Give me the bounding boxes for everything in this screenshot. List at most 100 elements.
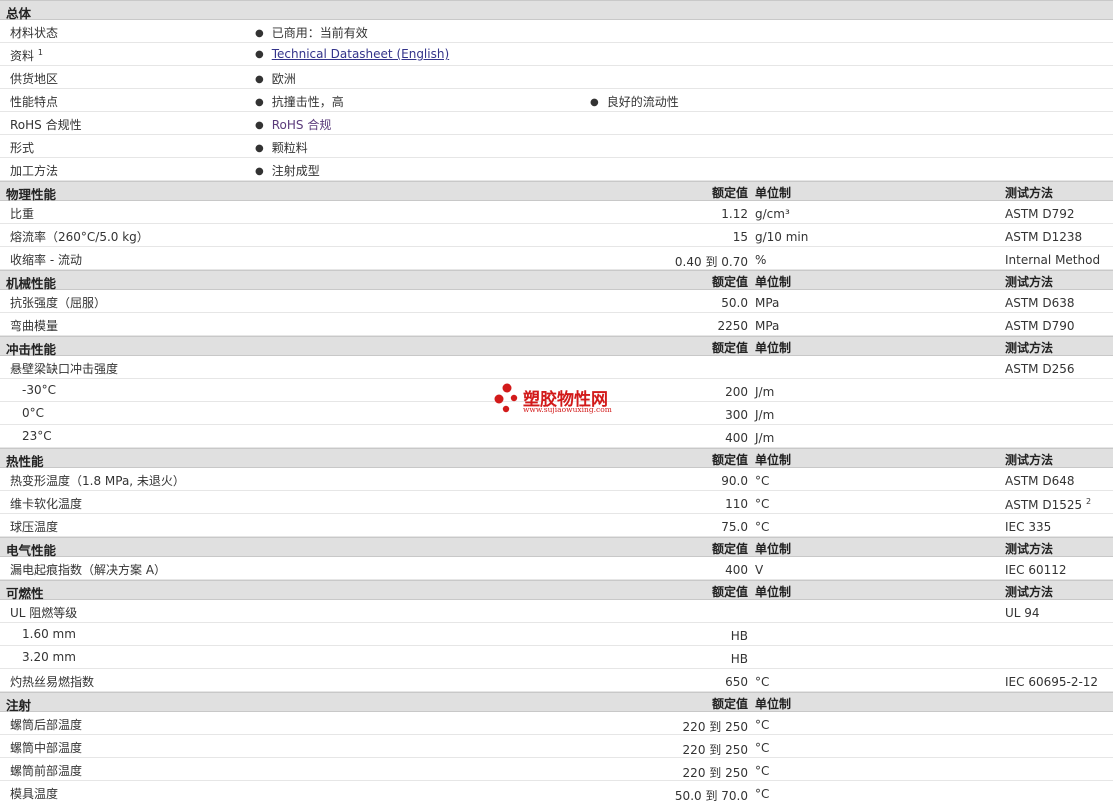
row-value: 75.0 [721,520,748,534]
row-value: 220 到 250 [682,766,748,780]
table-row: 灼热丝易燃指数 650 °C IEC 60695-2-12 [0,669,1113,692]
table-row: 弯曲模量 2250 MPa ASTM D790 [0,313,1113,336]
table-row: 抗张强度（屈服） 50.0 MPa ASTM D638 [0,290,1113,313]
table-row: 螺筒中部温度 220 到 250 °C [0,735,1113,758]
rohs-value-link[interactable]: RoHS 合规 [272,118,332,132]
col-header-value: 额定值 [711,453,748,467]
row-label: 抗张强度（屈服） [10,296,107,310]
bullet-item: ● 抗撞击性，高 [255,95,344,109]
table-row: 热变形温度（1.8 MPa, 未退火） 90.0 °C ASTM D648 [0,468,1113,491]
row-label: 螺筒前部温度 [10,764,83,778]
col-header-value: 额定值 [711,697,748,711]
row-method: ASTM D638 [1005,296,1075,310]
row-label: 23°C [22,429,52,443]
row-value: 220 到 250 [682,720,748,734]
watermark-logo: 塑胶物性网 www.sujiaowuxing.com [492,382,632,418]
row-value: 220 到 250 [682,743,748,757]
bullet-icon: ● [255,143,264,154]
table-row: 材料状态 ● 已商用：当前有效 [0,20,1113,43]
row-unit: J/m [755,385,775,399]
row-value: 650 [725,675,748,689]
table-row: 1.60 mm HB [0,623,1113,646]
row-label: 熔流率（260°C/5.0 kg） [10,230,149,244]
row-unit: °C [755,474,770,488]
datasheet: 总体 材料状态 ● 已商用：当前有效 资料 1 ● Technical Datash… [0,0,1113,803]
row-unit: °C [755,520,770,534]
table-row: 熔流率（260°C/5.0 kg） 15 g/10 min ASTM D1238 [0,224,1113,247]
row-unit: V [755,563,764,577]
col-header-method: 测试方法 [1005,275,1054,289]
bullet-icon: ● [255,49,264,60]
row-value: 50.0 [721,296,748,310]
row-label: 3.20 mm [22,650,76,664]
table-row: 球压温度 75.0 °C IEC 335 [0,514,1113,537]
col-header-unit: 单位制 [755,186,792,200]
ul-rating-label-link[interactable]: UL 阻燃等级 [10,604,77,621]
table-row: 资料 1 ● Technical Datasheet (English) [0,43,1113,66]
datasheet-link[interactable]: Technical Datasheet (English) [272,47,449,61]
col-header-value: 额定值 [711,585,748,599]
table-row: 23°C 400 J/m [0,425,1113,448]
row-value: HB [730,652,748,666]
row-label: 球压温度 [10,520,59,534]
bullet-icon: ● [590,97,599,108]
section-header-physical: 物理性能 额定值 单位制 测试方法 [0,181,1113,202]
bullet-item: ● 注射成型 [255,164,320,178]
section-header-mechanical: 机械性能 额定值 单位制 测试方法 [0,270,1113,291]
bullet-icon: ● [255,28,264,39]
row-unit: g/10 min [755,230,809,244]
bullet-item: ● Technical Datasheet (English) [255,47,449,61]
row-label: 螺筒中部温度 [10,741,83,755]
table-row: 供货地区 ● 欧洲 [0,66,1113,89]
table-row: 加工方法 ● 注射成型 [0,158,1113,181]
row-label: 加工方法 [10,164,59,178]
row-label: 热变形温度（1.8 MPa, 未退火） [10,474,185,488]
row-label: 弯曲模量 [10,319,59,333]
col-header-value: 额定值 [711,341,748,355]
row-unit: °C [755,741,770,755]
table-row: 模具温度 50.0 到 70.0 °C [0,781,1113,803]
table-row: 漏电起痕指数（解决方案 A） 400 V IEC 60112 [0,557,1113,580]
section-header-thermal: 热性能 额定值 单位制 测试方法 [0,448,1113,469]
row-method: IEC 335 [1005,520,1052,534]
table-row: 3.20 mm HB [0,646,1113,669]
rohs-label-link[interactable]: RoHS 合规性 [10,116,82,133]
col-header-value: 额定值 [711,186,748,200]
bullet-icon: ● [255,120,264,131]
row-label: 螺筒后部温度 [10,718,83,732]
row-value: 2250 [717,319,748,333]
table-row: RoHS 合规性 ● RoHS 合规 [0,112,1113,135]
dots-logo-icon [494,383,518,413]
row-unit: °C [755,764,770,778]
row-value: 0.40 到 0.70 [674,255,748,269]
row-value: 1.12 [721,207,748,221]
row-value: 110 [725,497,748,511]
bullet-item: ● RoHS 合规 [255,116,331,133]
row-label: 比重 [10,207,35,221]
row-unit: g/cm³ [755,207,790,221]
col-header-unit: 单位制 [755,697,792,711]
row-unit: °C [755,787,770,801]
row-label: 供货地区 [10,72,59,86]
section-header-general: 总体 [0,0,1113,21]
row-unit: °C [755,675,770,689]
table-row: 悬壁梁缺口冲击强度 ASTM D256 [0,356,1113,379]
row-method: ASTM D792 [1005,207,1075,221]
row-label: 悬壁梁缺口冲击强度 [10,362,119,376]
bullet-item: ● 已商用：当前有效 [255,26,368,40]
row-method: ASTM D648 [1005,474,1075,488]
row-label: 模具温度 [10,787,59,801]
row-method: IEC 60112 [1005,563,1067,577]
row-unit: MPa [755,296,780,310]
col-header-unit: 单位制 [755,542,792,556]
table-row: 螺筒后部温度 220 到 250 °C [0,712,1113,735]
bullet-item: ● 颗粒料 [255,141,308,155]
section-header-impact: 冲击性能 额定值 单位制 测试方法 [0,336,1113,357]
bullet-item: ● 良好的流动性 [590,95,679,109]
row-label: 维卡软化温度 [10,497,83,511]
table-row: 收缩率 - 流动 0.40 到 0.70 % Internal Method [0,247,1113,270]
row-label: 漏电起痕指数（解决方案 A） [10,563,167,577]
row-method: ASTM D1238 [1005,230,1083,244]
row-value: 50.0 到 70.0 [674,789,748,803]
row-method: ASTM D1525 2 [1005,497,1092,512]
